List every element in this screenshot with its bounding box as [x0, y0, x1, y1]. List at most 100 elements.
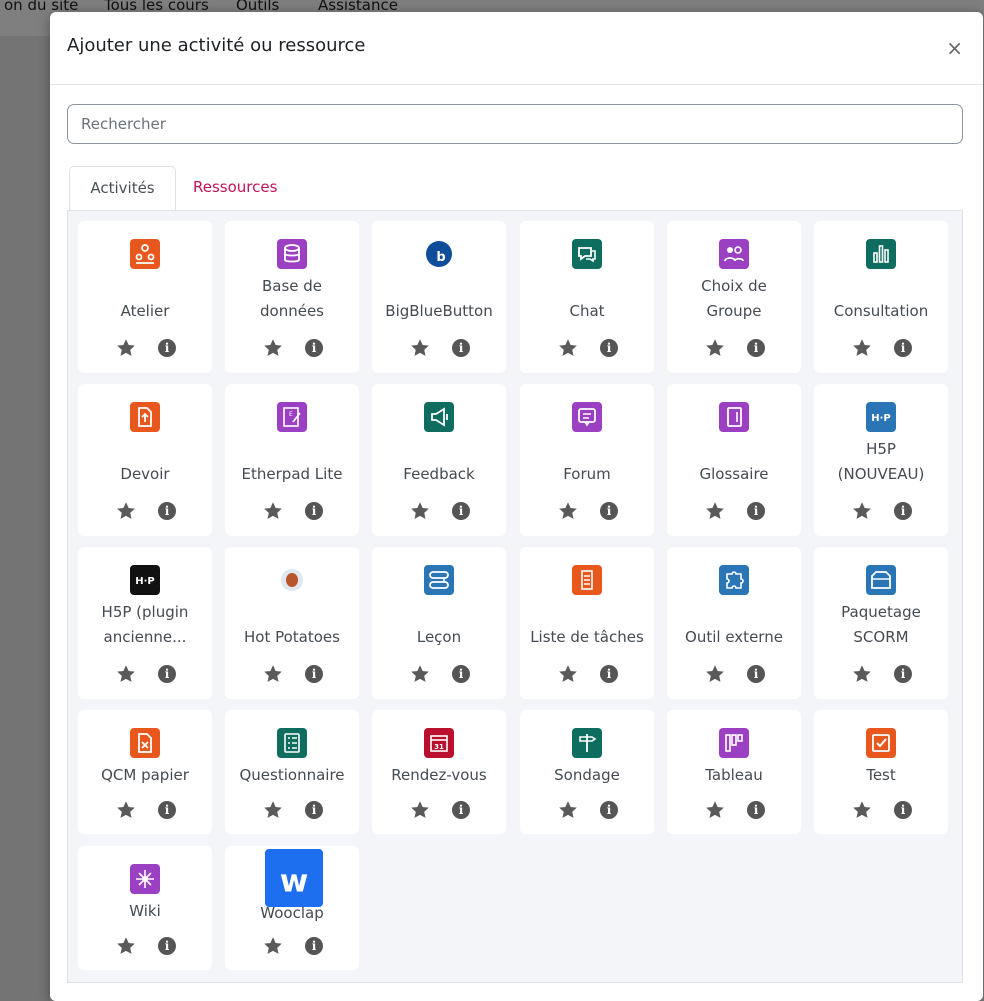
- star-icon[interactable]: [557, 337, 579, 359]
- star-icon[interactable]: [115, 663, 137, 685]
- info-icon[interactable]: i: [894, 665, 912, 683]
- activity-tile[interactable]: Atelier i: [78, 221, 212, 373]
- activity-name: BigBlueButton: [385, 302, 493, 320]
- activity-tile[interactable]: Questionnaire i: [225, 710, 359, 834]
- activity-tile[interactable]: Choix de Groupe i: [667, 221, 801, 373]
- info-icon[interactable]: i: [894, 339, 912, 357]
- activity-tile[interactable]: Liste de tâches i: [520, 547, 654, 699]
- activity-tile[interactable]: Wiki i: [78, 846, 212, 970]
- star-icon[interactable]: [409, 500, 431, 522]
- activity-tile[interactable]: H·P H5P (NOUVEAU) i: [814, 384, 948, 536]
- activity-name: Wiki: [129, 902, 161, 920]
- info-icon[interactable]: i: [600, 665, 618, 683]
- info-icon[interactable]: i: [747, 801, 765, 819]
- star-icon[interactable]: [262, 799, 284, 821]
- activity-tile[interactable]: QCM papier i: [78, 710, 212, 834]
- info-icon[interactable]: i: [452, 502, 470, 520]
- activity-actions: i: [225, 337, 359, 359]
- star-icon[interactable]: [704, 663, 726, 685]
- activity-name: Devoir: [120, 465, 170, 483]
- info-icon[interactable]: i: [158, 502, 176, 520]
- star-icon[interactable]: [262, 663, 284, 685]
- activity-name: Base de: [261, 277, 323, 295]
- activity-name: Tableau: [705, 766, 763, 784]
- star-icon[interactable]: [262, 337, 284, 359]
- info-icon[interactable]: i: [600, 502, 618, 520]
- info-icon[interactable]: i: [452, 801, 470, 819]
- activity-tile[interactable]: Paquetage SCORM i: [814, 547, 948, 699]
- activity-tile[interactable]: 31 Rendez-vous i: [372, 710, 506, 834]
- info-icon[interactable]: i: [158, 665, 176, 683]
- tab-activities[interactable]: Activités: [69, 166, 176, 211]
- info-icon[interactable]: i: [747, 665, 765, 683]
- activity-tile[interactable]: Consultation i: [814, 221, 948, 373]
- star-icon[interactable]: [115, 500, 137, 522]
- activity-tile[interactable]: Leçon i: [372, 547, 506, 699]
- activity-tile[interactable]: E Etherpad Lite i: [225, 384, 359, 536]
- puzzle-icon: [719, 565, 749, 595]
- info-icon[interactable]: i: [894, 801, 912, 819]
- activity-tile[interactable]: Tableau i: [667, 710, 801, 834]
- close-button[interactable]: ×: [946, 38, 963, 58]
- info-icon[interactable]: i: [305, 937, 323, 955]
- activity-name: SCORM: [853, 628, 909, 646]
- info-icon[interactable]: i: [305, 502, 323, 520]
- info-icon[interactable]: i: [894, 502, 912, 520]
- info-icon[interactable]: i: [158, 937, 176, 955]
- activity-name: Chat: [569, 302, 605, 320]
- star-icon[interactable]: [851, 500, 873, 522]
- info-icon[interactable]: i: [305, 665, 323, 683]
- info-icon[interactable]: i: [305, 339, 323, 357]
- star-icon[interactable]: [704, 337, 726, 359]
- activity-actions: i: [78, 935, 212, 957]
- assignment-icon: [130, 402, 160, 432]
- activity-name: H5P (plugin: [101, 603, 189, 621]
- info-icon[interactable]: i: [158, 339, 176, 357]
- tab-resources[interactable]: Ressources: [175, 166, 295, 211]
- bigbluebutton-icon: b: [426, 241, 452, 267]
- star-icon[interactable]: [115, 337, 137, 359]
- star-icon[interactable]: [409, 663, 431, 685]
- info-icon[interactable]: i: [747, 339, 765, 357]
- search-input[interactable]: [67, 104, 963, 144]
- star-icon[interactable]: [409, 337, 431, 359]
- star-icon[interactable]: [851, 337, 873, 359]
- star-icon[interactable]: [851, 663, 873, 685]
- star-icon[interactable]: [262, 500, 284, 522]
- info-icon[interactable]: i: [600, 801, 618, 819]
- star-icon[interactable]: [704, 500, 726, 522]
- activity-name: données: [260, 302, 324, 320]
- star-icon[interactable]: [851, 799, 873, 821]
- star-icon[interactable]: [557, 663, 579, 685]
- activity-tile[interactable]: Sondage i: [520, 710, 654, 834]
- star-icon[interactable]: [557, 799, 579, 821]
- activity-tile[interactable]: b BigBlueButton i: [372, 221, 506, 373]
- info-icon[interactable]: i: [600, 339, 618, 357]
- activity-actions: i: [667, 500, 801, 522]
- activity-tile[interactable]: Glossaire i: [667, 384, 801, 536]
- star-icon[interactable]: [409, 799, 431, 821]
- info-icon[interactable]: i: [747, 502, 765, 520]
- activity-tile[interactable]: Base de données i: [225, 221, 359, 373]
- star-icon[interactable]: [115, 799, 137, 821]
- star-icon[interactable]: [704, 799, 726, 821]
- star-icon[interactable]: [115, 935, 137, 957]
- info-icon[interactable]: i: [452, 665, 470, 683]
- activity-tile[interactable]: Chat i: [520, 221, 654, 373]
- info-icon[interactable]: i: [452, 339, 470, 357]
- activity-tile[interactable]: Forum i: [520, 384, 654, 536]
- info-icon[interactable]: i: [305, 801, 323, 819]
- activity-tile[interactable]: Hot Potatoes i: [225, 547, 359, 699]
- activity-tile[interactable]: Feedback i: [372, 384, 506, 536]
- activity-name: Etherpad Lite: [241, 465, 343, 483]
- activity-tile[interactable]: Test i: [814, 710, 948, 834]
- activity-tile[interactable]: Devoir i: [78, 384, 212, 536]
- star-icon[interactable]: [557, 500, 579, 522]
- info-icon[interactable]: i: [158, 801, 176, 819]
- bar-chart-icon: [866, 239, 896, 269]
- star-icon[interactable]: [262, 935, 284, 957]
- activity-actions: i: [667, 799, 801, 821]
- activity-tile[interactable]: w Wooclap i: [225, 846, 359, 970]
- activity-tile[interactable]: Outil externe i: [667, 547, 801, 699]
- activity-tile[interactable]: H·P H5P (plugin ancienne... i: [78, 547, 212, 699]
